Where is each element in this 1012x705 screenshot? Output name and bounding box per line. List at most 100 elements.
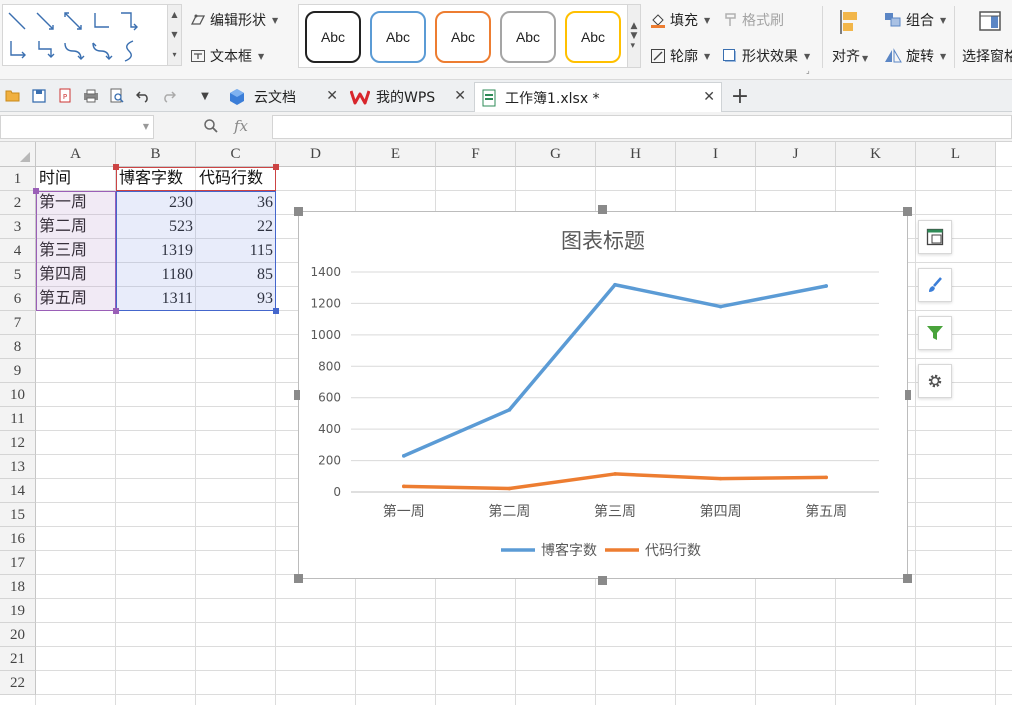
tab-cloud-docs[interactable]: 云文档 ✕ <box>222 82 344 112</box>
row-header-3[interactable]: 3 <box>0 215 36 239</box>
row-header-4[interactable]: 4 <box>0 239 36 263</box>
tab-my-wps[interactable]: 我的WPS ✕ <box>344 82 472 112</box>
column-header-l[interactable]: L <box>916 142 996 167</box>
row-header-7[interactable]: 7 <box>0 311 36 335</box>
column-header-a[interactable]: A <box>36 142 116 167</box>
row-header-11[interactable]: 11 <box>0 407 36 431</box>
resize-handle[interactable] <box>598 576 607 585</box>
zoom-search-icon[interactable] <box>203 118 219 138</box>
column-header-d[interactable]: D <box>276 142 356 167</box>
dialog-launcher-icon[interactable]: ⌟ <box>806 66 810 75</box>
row-header-21[interactable]: 21 <box>0 647 36 671</box>
resize-handle[interactable] <box>903 574 912 583</box>
text-box-button[interactable]: 文本框 ▼ <box>190 46 264 66</box>
shape-style-3[interactable]: Abc <box>435 11 491 63</box>
row-header-16[interactable]: 16 <box>0 527 36 551</box>
print-preview-icon[interactable] <box>108 88 126 104</box>
resize-handle[interactable] <box>294 574 303 583</box>
fill-button[interactable]: 填充 ▼ <box>650 10 710 30</box>
row-header-1[interactable]: 1 <box>0 167 36 191</box>
redo-icon[interactable] <box>160 88 178 104</box>
y-tick-label: 600 <box>318 391 341 405</box>
resize-handle[interactable] <box>294 390 300 400</box>
column-header-j[interactable]: J <box>756 142 836 167</box>
align-button[interactable]: 对齐 ▼ <box>832 8 868 66</box>
y-tick-label: 1200 <box>310 296 341 310</box>
close-icon[interactable]: ✕ <box>454 88 466 104</box>
export-pdf-icon[interactable]: P <box>56 88 74 104</box>
column-header-h[interactable]: H <box>596 142 676 167</box>
connector-shape-gallery[interactable] <box>2 4 168 66</box>
row-header-6[interactable]: 6 <box>0 287 36 311</box>
range-handle[interactable] <box>113 308 119 314</box>
resize-handle[interactable] <box>294 207 303 216</box>
save-icon[interactable] <box>30 88 48 104</box>
row-header-12[interactable]: 12 <box>0 431 36 455</box>
row-header-9[interactable]: 9 <box>0 359 36 383</box>
column-header-g[interactable]: G <box>516 142 596 167</box>
range-handle[interactable] <box>273 164 279 170</box>
row-header-19[interactable]: 19 <box>0 599 36 623</box>
range-handle[interactable] <box>273 308 279 314</box>
resize-handle[interactable] <box>905 390 911 400</box>
expand-gallery-icon[interactable]: ▾ <box>168 45 181 65</box>
column-header-f[interactable]: F <box>436 142 516 167</box>
column-header-c[interactable]: C <box>196 142 276 167</box>
print-icon[interactable] <box>82 88 100 104</box>
column-header-e[interactable]: E <box>356 142 436 167</box>
shape-effects-button[interactable]: 形状效果 ▼ <box>722 46 810 66</box>
insert-function-button[interactable]: fx <box>234 117 248 135</box>
group-button[interactable]: 组合 ▼ <box>884 10 946 30</box>
scroll-up-icon[interactable]: ▲ <box>168 5 181 25</box>
column-header-b[interactable]: B <box>116 142 196 167</box>
close-icon[interactable]: ✕ <box>703 89 715 105</box>
shape-style-2[interactable]: Abc <box>370 11 426 63</box>
chart-settings-button[interactable] <box>918 364 952 398</box>
row-header-2[interactable]: 2 <box>0 191 36 215</box>
header-cell[interactable]: 时间 <box>36 167 116 191</box>
range-handle[interactable] <box>33 188 39 194</box>
rotate-button[interactable]: 旋转 ▼ <box>884 46 946 66</box>
shape-style-5[interactable]: Abc <box>565 11 621 63</box>
row-header-18[interactable]: 18 <box>0 575 36 599</box>
label-range-highlight <box>36 191 116 311</box>
new-tab-plus-icon[interactable]: + <box>730 84 750 109</box>
row-header-14[interactable]: 14 <box>0 479 36 503</box>
row-header-10[interactable]: 10 <box>0 383 36 407</box>
range-handle[interactable] <box>113 164 119 170</box>
column-header-k[interactable]: K <box>836 142 916 167</box>
formula-input[interactable] <box>272 115 1012 139</box>
resize-handle[interactable] <box>903 207 912 216</box>
edit-shape-button[interactable]: 编辑形状 ▼ <box>190 10 278 30</box>
line-chart[interactable]: 图表标题 0 200 400 600 800 1000 1200 1400 第一周 第二周 第三周 第四… <box>298 211 908 579</box>
tab-workbook[interactable]: 工作簿1.xlsx * ✕ <box>474 82 722 112</box>
chart-elements-button[interactable] <box>918 220 952 254</box>
undo-icon[interactable] <box>134 88 152 104</box>
row-header-17[interactable]: 17 <box>0 551 36 575</box>
scroll-down-icon[interactable]: ▼ <box>168 25 181 45</box>
format-painter-button[interactable]: 格式刷 <box>722 10 784 30</box>
chart-filter-button[interactable] <box>918 316 952 350</box>
close-icon[interactable]: ✕ <box>326 88 338 104</box>
chart-styles-button[interactable] <box>918 268 952 302</box>
selection-pane-button[interactable]: 选择窗格 <box>962 8 1012 66</box>
outline-button[interactable]: 轮廓 ▼ <box>650 46 710 66</box>
outline-label: 轮廓 <box>670 49 698 65</box>
row-header-13[interactable]: 13 <box>0 455 36 479</box>
shape-style-4[interactable]: Abc <box>500 11 556 63</box>
name-box[interactable]: ▼ <box>0 115 154 139</box>
open-folder-icon[interactable] <box>4 88 22 104</box>
shape-style-1[interactable]: Abc <box>305 11 361 63</box>
shape-gallery-scroll[interactable]: ▲ ▼ ▾ <box>168 4 182 66</box>
select-all-corner[interactable] <box>0 142 36 167</box>
row-header-5[interactable]: 5 <box>0 263 36 287</box>
text-box-label: 文本框 <box>210 49 252 65</box>
row-header-15[interactable]: 15 <box>0 503 36 527</box>
row-header-20[interactable]: 20 <box>0 623 36 647</box>
row-header-8[interactable]: 8 <box>0 335 36 359</box>
row-header-22[interactable]: 22 <box>0 671 36 695</box>
resize-handle[interactable] <box>598 205 607 214</box>
column-header-i[interactable]: I <box>676 142 756 167</box>
style-gallery-expand[interactable]: ▲ ▼ ▾ <box>627 4 641 68</box>
customize-toolbar-chevron-icon[interactable]: ▼ <box>196 88 214 104</box>
